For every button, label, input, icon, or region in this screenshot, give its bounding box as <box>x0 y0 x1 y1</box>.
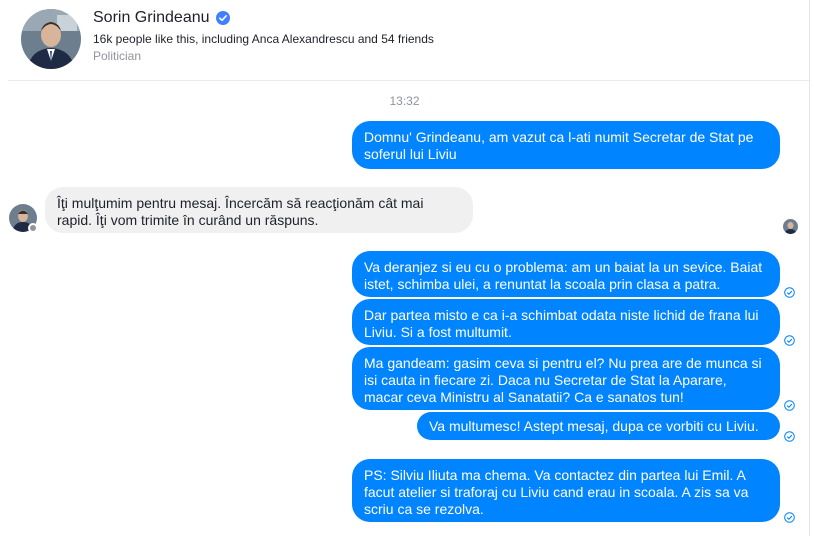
message-text: Va multumesc! Astept mesaj, dupa ce vorb… <box>429 418 759 434</box>
delivered-check-icon <box>784 512 795 523</box>
panel-border <box>809 0 810 536</box>
conversation-timestamp: 13:32 <box>0 94 809 108</box>
page-likes: 16k people like this, including Anca Ale… <box>93 32 434 46</box>
page-title[interactable]: Sorin Grindeanu <box>93 9 230 27</box>
read-receipt-avatar <box>783 219 798 234</box>
page-avatar[interactable] <box>21 9 81 69</box>
outgoing-message[interactable]: Ma gandeam: gasim ceva si pentru el? Nu … <box>352 347 780 410</box>
message-text: Dar partea misto e ca i-a schimbat odata… <box>364 307 759 340</box>
outgoing-message[interactable]: Dar partea misto e ca i-a schimbat odata… <box>352 299 780 345</box>
delivered-check-icon <box>784 335 795 346</box>
message-text: Va deranjez si eu cu o problema: am un b… <box>364 259 763 292</box>
incoming-message[interactable]: Îţi mulţumim pentru mesaj. Încercăm să r… <box>45 187 473 233</box>
page-name-text[interactable]: Sorin Grindeanu <box>93 9 210 27</box>
timestamp-text: 13:32 <box>389 94 420 108</box>
delivered-check-icon <box>784 400 795 411</box>
verified-badge-icon <box>215 11 230 25</box>
delivered-check-icon <box>784 287 795 298</box>
conversation-header: Sorin Grindeanu 16k people like this, in… <box>0 0 809 81</box>
outgoing-message[interactable]: Va deranjez si eu cu o problema: am un b… <box>352 251 780 297</box>
online-badge-icon <box>28 223 38 233</box>
outgoing-message[interactable]: Domnu' Grindeanu, am vazut ca l-ati numi… <box>352 121 780 169</box>
message-text: Ma gandeam: gasim ceva si pentru el? Nu … <box>364 355 762 405</box>
delivered-check-icon <box>784 431 795 442</box>
outgoing-message[interactable]: PS: Silviu Iliuta ma chema. Va contactez… <box>352 459 780 522</box>
page-category: Politician <box>93 49 142 63</box>
header-divider <box>8 80 809 81</box>
message-text: Îţi mulţumim pentru mesaj. Încercăm să r… <box>57 195 424 228</box>
message-text: PS: Silviu Iliuta ma chema. Va contactez… <box>364 467 749 517</box>
message-text: Domnu' Grindeanu, am vazut ca l-ati numi… <box>364 129 754 162</box>
outgoing-message[interactable]: Va multumesc! Astept mesaj, dupa ce vorb… <box>417 412 780 440</box>
